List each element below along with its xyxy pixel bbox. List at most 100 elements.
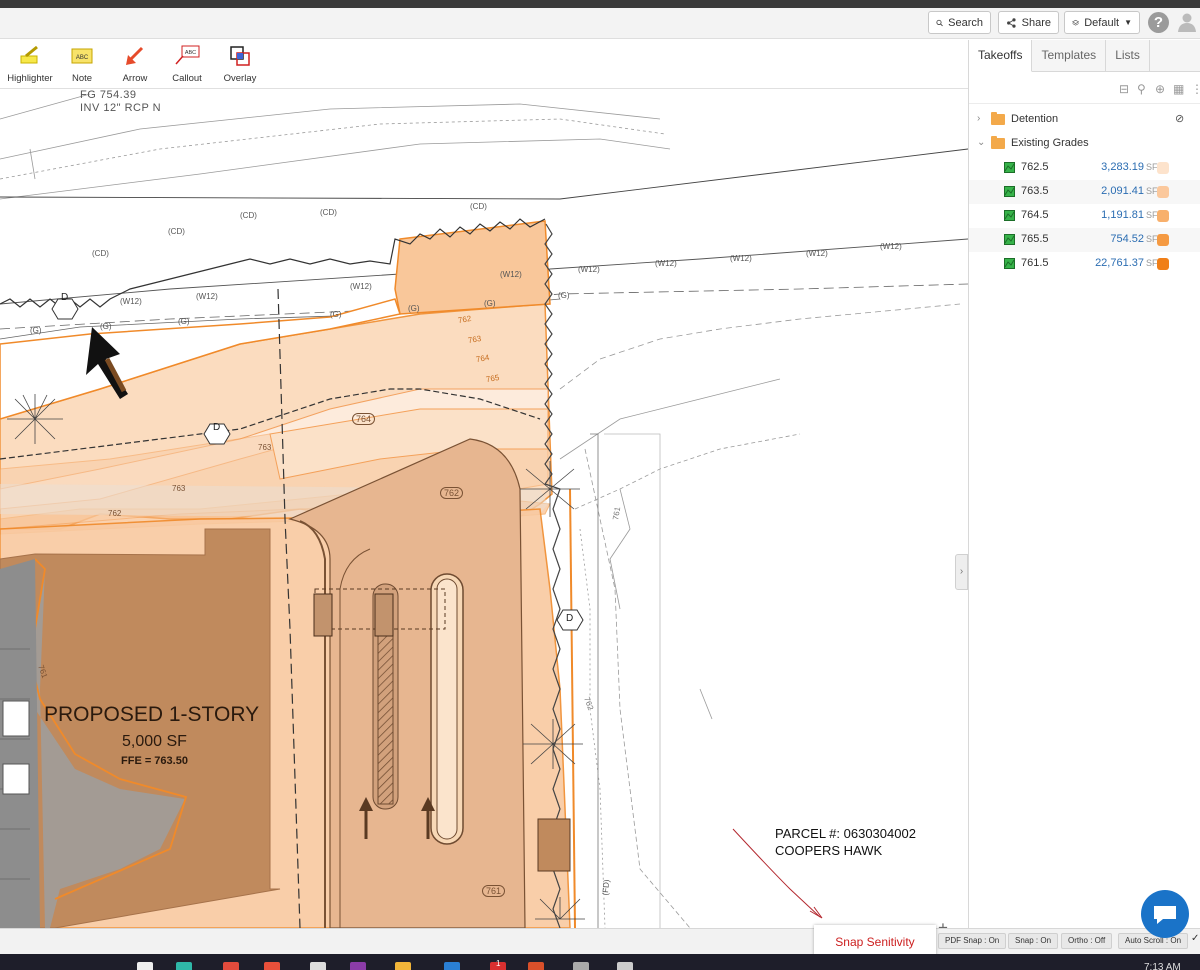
chevron-down-icon[interactable]: ⌄	[977, 137, 985, 148]
browser-top-strip	[0, 0, 1200, 8]
area-takeoff-icon	[1004, 162, 1015, 173]
note-glyph: ABC	[76, 55, 89, 61]
panel-toolbar: ⊟ ⚲ ⊕ ▦ ⋮	[969, 72, 1200, 104]
highlighter-tool[interactable]: Highlighter	[0, 44, 60, 84]
arrow-icon	[126, 46, 144, 65]
folder-label: Existing Grades	[1011, 137, 1089, 149]
takeoff-item-label: 761.5	[1021, 257, 1049, 269]
visibility-off-icon[interactable]: ⊘	[1175, 112, 1184, 125]
color-swatch[interactable]	[1157, 162, 1169, 174]
more-icon[interactable]: ⋮	[1191, 82, 1200, 96]
taskbar-app-icon[interactable]	[528, 962, 544, 970]
search-icon	[936, 19, 943, 26]
area-takeoff-icon	[1004, 258, 1015, 269]
callout-label: Callout	[172, 73, 202, 84]
note-icon: ABC	[71, 48, 93, 64]
note-label: Note	[71, 73, 93, 84]
panel-collapse-toggle[interactable]: ›	[955, 554, 968, 590]
takeoff-item-value: 1,191.81	[1101, 209, 1144, 221]
takeoffs-panel: Takeoffs Templates Lists ⊟ ⚲ ⊕ ▦ ⋮ › Det…	[968, 40, 1200, 928]
app-window: Search Share Default ▼ ? Highlighter ABC…	[0, 0, 1200, 970]
callout-glyph: ABC	[185, 50, 196, 56]
takeoff-item[interactable]: 765.5 754.52 SF	[969, 228, 1200, 252]
help-icon[interactable]: ?	[1148, 12, 1169, 33]
folder-icon	[991, 112, 1005, 125]
chevron-down-icon: ▼	[1124, 18, 1132, 27]
add-icon[interactable]: ⊕	[1155, 82, 1169, 96]
search-button[interactable]: Search	[928, 11, 991, 34]
header-bar: Search Share Default ▼ ?	[0, 8, 1200, 39]
takeoff-item-label: 762.5	[1021, 161, 1049, 173]
taskbar-app-icon[interactable]	[395, 962, 411, 970]
share-icon	[1007, 17, 1016, 28]
taskbar-app-icon[interactable]	[310, 962, 326, 970]
user-avatar-icon[interactable]	[1177, 12, 1197, 32]
tab-templates[interactable]: Templates	[1032, 40, 1107, 71]
search-icon[interactable]: ⚲	[1137, 82, 1151, 96]
columns-icon[interactable]: ▦	[1173, 82, 1187, 96]
takeoff-item-unit: SF	[1146, 234, 1158, 244]
taskbar-app-icon[interactable]	[137, 962, 153, 970]
site-plan-drawing	[0, 93, 968, 928]
callout-icon: ABC	[175, 45, 200, 65]
overlay-icon	[230, 46, 250, 66]
folder-label: Detention	[1011, 113, 1059, 125]
ortho-toggle[interactable]: Ortho : Off	[1061, 933, 1113, 949]
notification-badge: 1	[496, 959, 501, 968]
takeoff-item[interactable]: 761.5 22,761.37 SF	[969, 252, 1200, 276]
search-label: Search	[948, 16, 983, 29]
folder-existing-grades[interactable]: ⌄ Existing Grades	[969, 132, 1200, 156]
color-swatch[interactable]	[1157, 234, 1169, 246]
markup-toolbar: Highlighter ABC Note Arrow ABC Callout O…	[0, 40, 968, 89]
chat-icon	[1154, 906, 1176, 924]
taskbar-app-icon[interactable]	[223, 962, 239, 970]
layers-dropdown[interactable]: Default ▼	[1064, 11, 1140, 34]
snap-toggle[interactable]: Snap : On	[1008, 933, 1059, 949]
arrow-label: Arrow	[122, 73, 148, 84]
taskbar-app-icon[interactable]	[617, 962, 633, 970]
takeoff-item-unit: SF	[1146, 258, 1158, 268]
callout-tool[interactable]: ABC Callout	[157, 44, 217, 84]
chat-support-button[interactable]	[1141, 890, 1189, 938]
tab-lists[interactable]: Lists	[1106, 40, 1150, 71]
takeoff-item-unit: SF	[1146, 210, 1158, 220]
takeoff-item-value: 22,761.37	[1095, 257, 1144, 269]
chevron-right-icon[interactable]: ›	[977, 113, 980, 124]
os-taskbar: 1 7:13 AM	[0, 954, 1200, 970]
panel-tabs: Takeoffs Templates Lists	[969, 40, 1200, 72]
takeoff-item[interactable]: 764.5 1,191.81 SF	[969, 204, 1200, 228]
color-swatch[interactable]	[1157, 258, 1169, 270]
taskbar-app-icon[interactable]	[444, 962, 460, 970]
highlighter-label: Highlighter	[7, 73, 53, 84]
color-swatch[interactable]	[1157, 210, 1169, 222]
takeoff-item-label: 763.5	[1021, 185, 1049, 197]
layers-icon	[1072, 19, 1080, 26]
taskbar-app-icon[interactable]	[350, 962, 366, 970]
taskbar-app-icon[interactable]	[264, 962, 280, 970]
share-label: Share	[1021, 16, 1051, 29]
drawing-canvas[interactable]: FG 754.39 INV 12" RCP N 762 763 764 765 …	[0, 89, 968, 928]
takeoff-item-value: 754.52	[1110, 233, 1144, 245]
area-takeoff-icon	[1004, 210, 1015, 221]
takeoff-item-unit: SF	[1146, 162, 1158, 172]
taskbar-app-icon[interactable]	[176, 962, 192, 970]
takeoff-item-label: 764.5	[1021, 209, 1049, 221]
arrow-tool[interactable]: Arrow	[105, 44, 165, 84]
takeoff-item[interactable]: 763.5 2,091.41 SF	[969, 180, 1200, 204]
overlay-tool[interactable]: Overlay	[210, 44, 270, 84]
note-tool[interactable]: ABC Note	[52, 44, 112, 84]
folder-detention[interactable]: › Detention ⊘	[969, 108, 1200, 132]
tab-takeoffs[interactable]: Takeoffs	[969, 40, 1033, 72]
taskbar-clock: 7:13 AM	[1144, 962, 1181, 970]
overlay-label: Overlay	[223, 73, 257, 84]
tree-view-icon[interactable]: ⊟	[1119, 82, 1133, 96]
takeoff-item-value: 3,283.19	[1101, 161, 1144, 173]
takeoff-item[interactable]: 762.5 3,283.19 SF	[969, 156, 1200, 180]
pdf-snap-toggle[interactable]: PDF Snap : On	[938, 933, 1007, 949]
highlighter-icon	[20, 45, 38, 64]
share-button[interactable]: Share	[998, 11, 1059, 34]
takeoff-item-label: 765.5	[1021, 233, 1049, 245]
check-icon: ✓	[1191, 933, 1200, 944]
color-swatch[interactable]	[1157, 186, 1169, 198]
taskbar-app-icon[interactable]	[573, 962, 589, 970]
